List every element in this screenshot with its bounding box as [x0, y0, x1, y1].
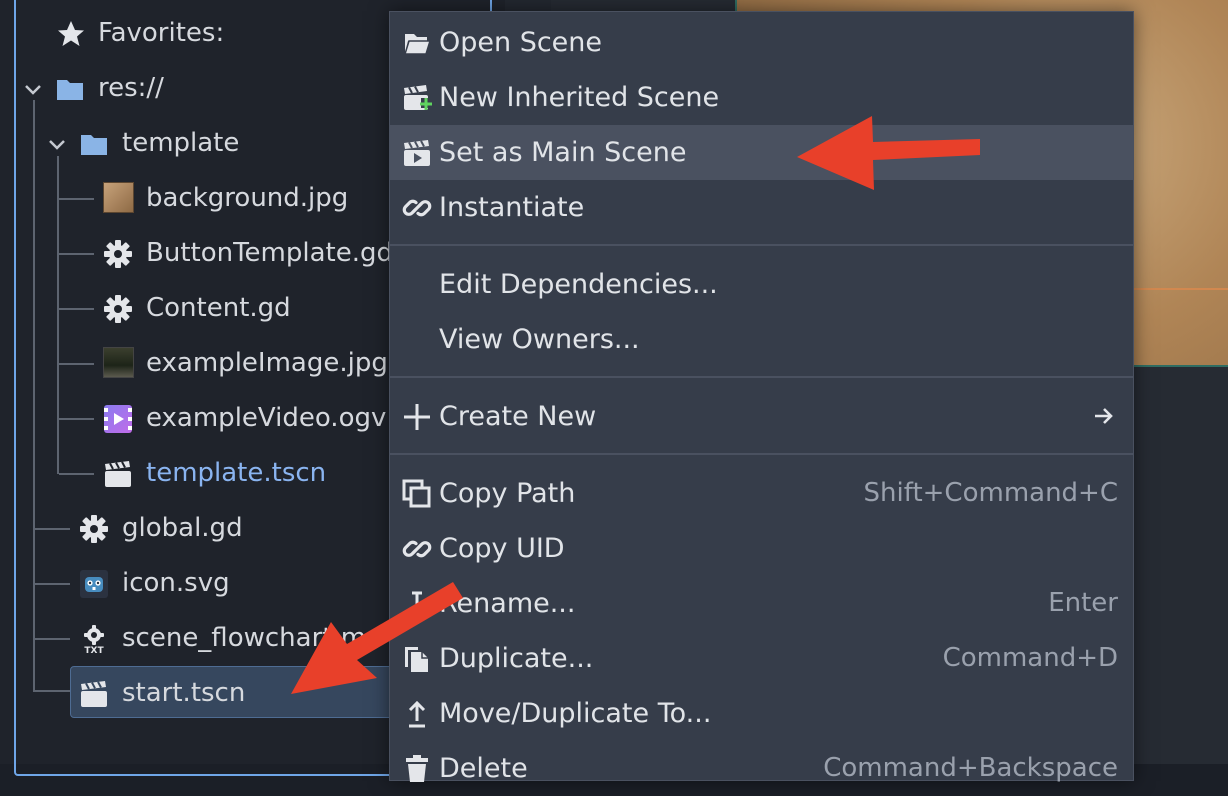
- menu-item-copy-path[interactable]: Copy Path Shift+Command+C: [390, 466, 1133, 521]
- menu-item-set-as-main-scene[interactable]: Set as Main Scene: [390, 125, 1133, 180]
- image-thumbnail-icon: [103, 347, 134, 378]
- move-up-icon: [408, 700, 426, 728]
- tree-item-label: background.jpg: [146, 183, 349, 213]
- menu-item-label: New Inherited Scene: [439, 82, 720, 113]
- tree-item-label: template: [122, 128, 240, 158]
- viewport-guide-line: [1133, 288, 1228, 290]
- menu-item-label: Open Scene: [439, 27, 603, 58]
- context-menu: Open Scene New Inherited Scene Set as Ma…: [389, 11, 1134, 784]
- chevron-down-icon[interactable]: [22, 74, 44, 104]
- favorites-label: Favorites:: [98, 18, 225, 48]
- menu-item-edit-dependencies[interactable]: Edit Dependencies...: [390, 257, 1133, 312]
- menu-item-label: Instantiate: [439, 192, 585, 223]
- menu-shortcut: Enter: [1048, 588, 1118, 618]
- menu-item-duplicate[interactable]: Duplicate... Command+D: [390, 631, 1133, 686]
- menu-item-label: Create New: [439, 401, 597, 432]
- menu-item-open-scene[interactable]: Open Scene: [390, 15, 1133, 70]
- text-cursor-icon: [412, 591, 422, 617]
- tree-item-label: global.gd: [122, 513, 243, 543]
- menu-item-label: Copy Path: [439, 478, 576, 509]
- gear-icon: [80, 515, 108, 543]
- menu-shortcut: Command+D: [942, 643, 1118, 673]
- scene-add-icon: [404, 85, 432, 110]
- menu-separator: [390, 244, 1133, 246]
- menu-item-label: Duplicate...: [439, 643, 594, 674]
- menu-shortcut: Command+Backspace: [823, 753, 1118, 783]
- copy-icon: [402, 479, 431, 508]
- tree-item-label: template.tscn: [146, 458, 327, 488]
- menu-item-view-owners[interactable]: View Owners...: [390, 312, 1133, 367]
- menu-item-label: Copy UID: [439, 533, 565, 564]
- menu-item-label: View Owners...: [439, 324, 640, 355]
- menu-shortcut: Shift+Command+C: [863, 478, 1118, 508]
- duplicate-file-icon: [405, 647, 428, 672]
- folder-icon: [57, 80, 83, 100]
- menu-item-copy-uid[interactable]: Copy UID: [390, 521, 1133, 576]
- menu-separator: [390, 376, 1133, 378]
- menu-item-delete[interactable]: Delete Command+Backspace: [390, 741, 1133, 796]
- menu-item-label: Rename...: [439, 588, 576, 619]
- menu-item-move-duplicate[interactable]: Move/Duplicate To...: [390, 686, 1133, 741]
- godot-logo-icon: [80, 570, 108, 598]
- gear-icon: [104, 295, 132, 323]
- image-thumbnail-icon: [103, 182, 134, 213]
- tree-item-label: icon.svg: [122, 568, 230, 598]
- tree-item-label: start.tscn: [122, 678, 246, 708]
- plus-icon: [404, 404, 430, 430]
- menu-item-new-inherited-scene[interactable]: New Inherited Scene: [390, 70, 1133, 125]
- link-icon: [402, 540, 432, 558]
- menu-item-instantiate[interactable]: Instantiate: [390, 180, 1133, 235]
- tree-item-label: ButtonTemplate.gd: [146, 238, 393, 268]
- star-icon: [58, 21, 84, 46]
- menu-item-rename[interactable]: Rename... Enter: [390, 576, 1133, 631]
- scene-clapper-icon: [105, 461, 131, 487]
- tree-item-label: res://: [98, 73, 164, 103]
- menu-separator: [390, 453, 1133, 455]
- tree-item-label: exampleVideo.ogv: [146, 403, 387, 433]
- chevron-down-icon[interactable]: [46, 129, 68, 159]
- submenu-arrow-icon: [1095, 408, 1113, 424]
- folder-icon: [81, 135, 107, 155]
- scene-clapper-icon: [81, 681, 107, 707]
- menu-item-label: Set as Main Scene: [439, 137, 687, 168]
- video-file-icon: [104, 405, 132, 433]
- tree-item-scene-flowchart-md[interactable]: TXT scene_flowchart.md: [0, 611, 390, 666]
- tree-item-label: exampleImage.jpg: [146, 348, 388, 378]
- menu-item-label: Move/Duplicate To...: [439, 698, 712, 729]
- menu-item-label: Delete: [439, 753, 528, 784]
- tree-item-label: Content.gd: [146, 293, 291, 323]
- trash-icon: [406, 755, 428, 782]
- folder-open-icon: [403, 34, 432, 55]
- tree-item-label: scene_flowchart.md: [122, 623, 383, 653]
- scene-play-icon: [404, 140, 430, 166]
- menu-item-create-new[interactable]: Create New: [390, 389, 1133, 444]
- text-file-gear-icon: TXT: [84, 625, 104, 654]
- menu-item-label: Edit Dependencies...: [439, 269, 718, 300]
- svg-text:TXT: TXT: [84, 646, 104, 654]
- link-icon: [402, 199, 432, 217]
- gear-icon: [104, 240, 132, 268]
